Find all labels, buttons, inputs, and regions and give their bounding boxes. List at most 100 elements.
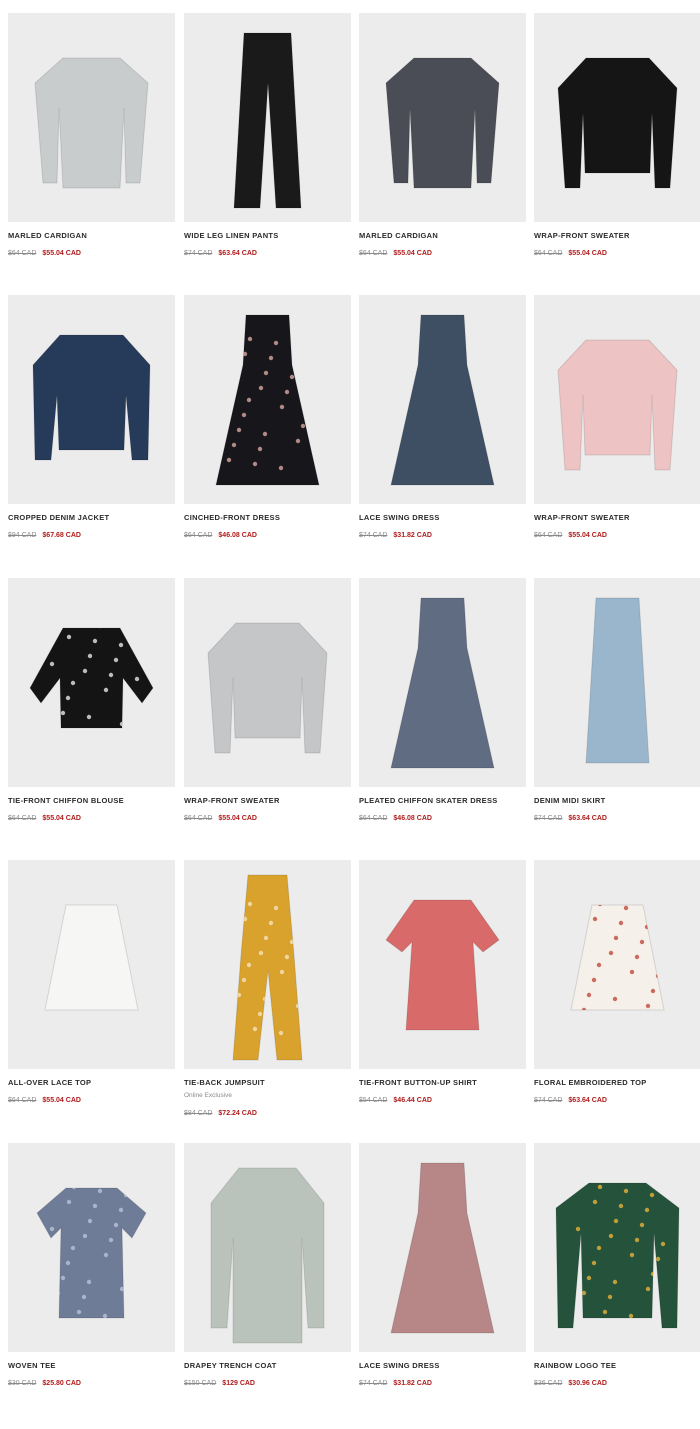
product-image[interactable] bbox=[8, 13, 175, 222]
product-image[interactable] bbox=[184, 295, 351, 504]
product-prices: $64 CAD $55.04 CAD bbox=[184, 814, 351, 823]
product-name[interactable]: WRAP-FRONT SWEATER bbox=[534, 231, 700, 240]
product-name[interactable]: DRAPEY TRENCH COAT bbox=[184, 1361, 351, 1370]
product-prices: $74 CAD $31.82 CAD bbox=[359, 531, 526, 540]
sale-price: $31.82 CAD bbox=[393, 1380, 432, 1387]
product-card[interactable]: MARLED CARDIGAN $64 CAD $55.04 CAD bbox=[8, 13, 175, 258]
original-price: $74 CAD bbox=[359, 532, 388, 539]
original-price: $74 CAD bbox=[534, 815, 563, 822]
product-image[interactable] bbox=[8, 860, 175, 1069]
product-name[interactable]: WRAP-FRONT SWEATER bbox=[534, 513, 700, 522]
original-price: $94 CAD bbox=[8, 532, 37, 539]
product-name[interactable]: WOVEN TEE bbox=[8, 1361, 175, 1370]
original-price: $64 CAD bbox=[8, 250, 37, 257]
product-prices: $36 CAD $30.96 CAD bbox=[534, 1379, 700, 1388]
product-image[interactable] bbox=[359, 578, 526, 787]
product-image[interactable] bbox=[359, 295, 526, 504]
product-name[interactable]: MARLED CARDIGAN bbox=[8, 231, 175, 240]
sale-price: $46.08 CAD bbox=[218, 532, 257, 539]
sale-price: $72.24 CAD bbox=[218, 1110, 257, 1117]
product-image[interactable] bbox=[8, 578, 175, 787]
product-name[interactable]: LACE SWING DRESS bbox=[359, 513, 526, 522]
product-name[interactable]: WIDE LEG LINEN PANTS bbox=[184, 231, 351, 240]
product-prices: $84 CAD $72.24 CAD bbox=[184, 1109, 351, 1118]
original-price: $54 CAD bbox=[359, 1097, 388, 1104]
product-card[interactable]: ALL-OVER LACE TOP $64 CAD $55.04 CAD bbox=[8, 860, 175, 1105]
product-image[interactable] bbox=[8, 295, 175, 504]
product-name[interactable]: TIE-FRONT BUTTON-UP SHIRT bbox=[359, 1078, 526, 1087]
product-name[interactable]: CINCHED-FRONT DRESS bbox=[184, 513, 351, 522]
product-card[interactable]: LACE SWING DRESS $74 CAD $31.82 CAD bbox=[359, 1143, 526, 1388]
product-name[interactable]: RAINBOW LOGO TEE bbox=[534, 1361, 700, 1370]
product-image[interactable] bbox=[534, 578, 700, 787]
sale-price: $46.08 CAD bbox=[393, 815, 432, 822]
product-prices: $54 CAD $46.44 CAD bbox=[359, 1096, 526, 1105]
product-image[interactable] bbox=[184, 13, 351, 222]
product-card[interactable]: PLEATED CHIFFON SKATER DRESS $64 CAD $46.0… bbox=[359, 578, 526, 823]
product-name[interactable]: TIE-BACK JUMPSUIT bbox=[184, 1078, 351, 1087]
product-card[interactable]: FLORAL EMBROIDERED TOP $74 CAD $63.64 CAD bbox=[534, 860, 700, 1105]
original-price: $64 CAD bbox=[8, 1097, 37, 1104]
product-prices: $74 CAD $63.64 CAD bbox=[534, 814, 700, 823]
product-image[interactable] bbox=[534, 295, 700, 504]
product-prices: $74 CAD $63.64 CAD bbox=[184, 249, 351, 258]
original-price: $74 CAD bbox=[534, 1097, 563, 1104]
product-prices: $64 CAD $55.04 CAD bbox=[359, 249, 526, 258]
product-card[interactable]: LACE SWING DRESS $74 CAD $31.82 CAD bbox=[359, 295, 526, 540]
product-prices: $150 CAD $129 CAD bbox=[184, 1379, 351, 1388]
sale-price: $25.80 CAD bbox=[42, 1380, 81, 1387]
sale-price: $55.04 CAD bbox=[42, 815, 81, 822]
original-price: $64 CAD bbox=[534, 250, 563, 257]
product-card[interactable]: TIE-BACK JUMPSUIT Online Exclusive $84 CAD… bbox=[184, 860, 351, 1118]
product-prices: $64 CAD $55.04 CAD bbox=[8, 249, 175, 258]
product-name[interactable]: WRAP-FRONT SWEATER bbox=[184, 796, 351, 805]
product-card[interactable]: TIE-FRONT BUTTON-UP SHIRT $54 CAD $46.44 C… bbox=[359, 860, 526, 1105]
product-prices: $64 CAD $55.04 CAD bbox=[8, 814, 175, 823]
product-card[interactable]: WRAP-FRONT SWEATER $64 CAD $55.04 CAD bbox=[534, 13, 700, 258]
product-prices: $74 CAD $31.82 CAD bbox=[359, 1379, 526, 1388]
product-card[interactable]: WRAP-FRONT SWEATER $64 CAD $55.04 CAD bbox=[184, 578, 351, 823]
product-name[interactable]: CROPPED DENIM JACKET bbox=[8, 513, 175, 522]
product-name[interactable]: LACE SWING DRESS bbox=[359, 1361, 526, 1370]
product-prices: $64 CAD $46.08 CAD bbox=[184, 531, 351, 540]
product-card[interactable]: WOVEN TEE $30 CAD $25.80 CAD bbox=[8, 1143, 175, 1388]
sale-price: $31.82 CAD bbox=[393, 532, 432, 539]
product-image[interactable] bbox=[359, 860, 526, 1069]
product-tag: Online Exclusive bbox=[184, 1092, 233, 1099]
sale-price: $67.68 CAD bbox=[42, 532, 81, 539]
product-image[interactable] bbox=[8, 1143, 175, 1352]
product-name[interactable]: ALL-OVER LACE TOP bbox=[8, 1078, 175, 1087]
product-image[interactable] bbox=[534, 1143, 700, 1352]
product-card[interactable]: MARLED CARDIGAN $64 CAD $55.04 CAD bbox=[359, 13, 526, 258]
product-card[interactable]: RAINBOW LOGO TEE $36 CAD $30.96 CAD bbox=[534, 1143, 700, 1388]
product-image[interactable] bbox=[359, 13, 526, 222]
product-image[interactable] bbox=[184, 578, 351, 787]
product-name[interactable]: DENIM MIDI SKIRT bbox=[534, 796, 700, 805]
original-price: $36 CAD bbox=[534, 1380, 563, 1387]
original-price: $74 CAD bbox=[184, 250, 213, 257]
product-image[interactable] bbox=[184, 860, 351, 1069]
product-image[interactable] bbox=[534, 860, 700, 1069]
original-price: $64 CAD bbox=[359, 250, 388, 257]
product-prices: $64 CAD $46.08 CAD bbox=[359, 814, 526, 823]
original-price: $64 CAD bbox=[184, 815, 213, 822]
product-image[interactable] bbox=[359, 1143, 526, 1352]
product-name[interactable]: PLEATED CHIFFON SKATER DRESS bbox=[359, 796, 526, 805]
product-card[interactable]: DENIM MIDI SKIRT $74 CAD $63.64 CAD bbox=[534, 578, 700, 823]
sale-price: $63.64 CAD bbox=[568, 815, 607, 822]
product-card[interactable]: TIE-FRONT CHIFFON BLOUSE $64 CAD $55.04 CA… bbox=[8, 578, 175, 823]
product-card[interactable]: CINCHED-FRONT DRESS $64 CAD $46.08 CAD bbox=[184, 295, 351, 540]
product-name[interactable]: TIE-FRONT CHIFFON BLOUSE bbox=[8, 796, 175, 805]
product-image[interactable] bbox=[534, 13, 700, 222]
original-price: $74 CAD bbox=[359, 1380, 388, 1387]
product-image[interactable] bbox=[184, 1143, 351, 1352]
original-price: $30 CAD bbox=[8, 1380, 37, 1387]
product-name[interactable]: MARLED CARDIGAN bbox=[359, 231, 526, 240]
product-name[interactable]: FLORAL EMBROIDERED TOP bbox=[534, 1078, 700, 1087]
sale-price: $55.04 CAD bbox=[393, 250, 432, 257]
product-card[interactable]: WRAP-FRONT SWEATER $64 CAD $55.04 CAD bbox=[534, 295, 700, 540]
product-card[interactable]: DRAPEY TRENCH COAT $150 CAD $129 CAD bbox=[184, 1143, 351, 1388]
product-card[interactable]: WIDE LEG LINEN PANTS $74 CAD $63.64 CAD bbox=[184, 13, 351, 258]
product-card[interactable]: CROPPED DENIM JACKET $94 CAD $67.68 CAD bbox=[8, 295, 175, 540]
original-price: $64 CAD bbox=[184, 532, 213, 539]
